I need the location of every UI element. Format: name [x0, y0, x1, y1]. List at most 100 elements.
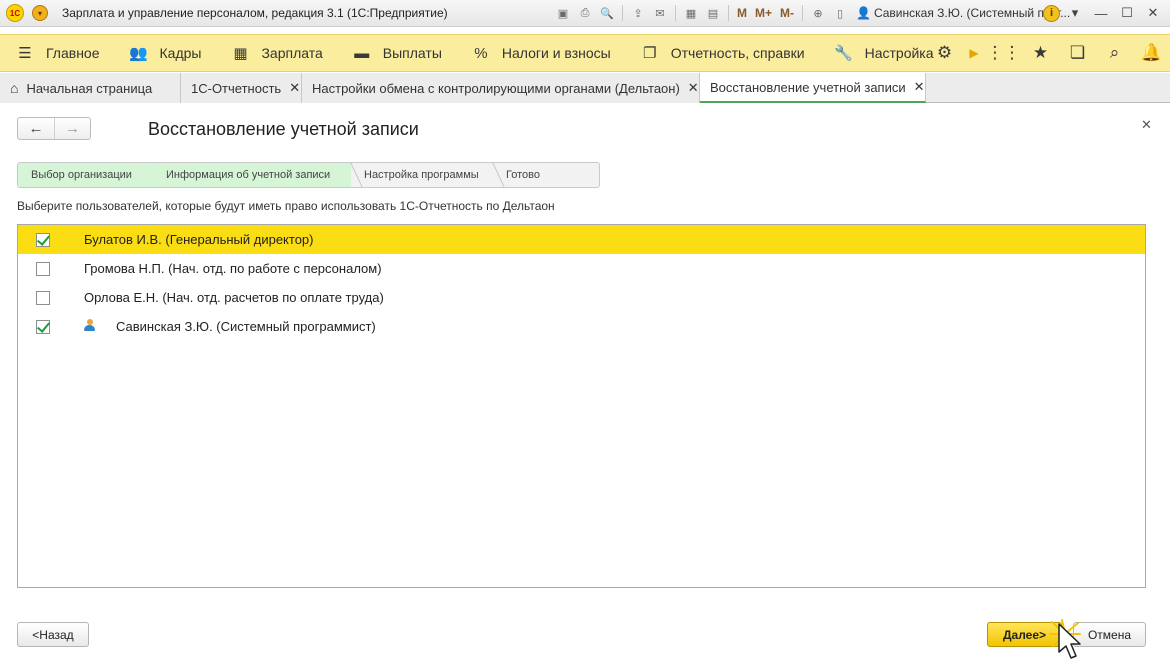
step-label: Настройка программы [364, 169, 479, 181]
tab-label: 1С-Отчетность [191, 80, 282, 96]
user-name: Булатов И.В. (Генеральный директор) [84, 232, 314, 247]
back-arrow-icon[interactable]: ← [18, 118, 54, 139]
list-item[interactable]: Савинская З.Ю. (Системный программист) [18, 312, 1145, 341]
search-icon[interactable]: ⌕ [1096, 35, 1133, 71]
user-checkbox[interactable] [36, 262, 50, 276]
calculator-icon: ▦ [233, 45, 248, 62]
gear-icon[interactable]: ⚙ [926, 35, 963, 71]
user-checkbox[interactable] [36, 291, 50, 305]
list-item[interactable]: Громова Н.П. (Нач. отд. по работе с перс… [18, 254, 1145, 283]
section-reports[interactable]: ❐ Отчетность, справки [625, 35, 819, 71]
bell-icon[interactable]: 🔔 [1133, 35, 1170, 71]
main-menu-button[interactable]: ▾ [32, 5, 48, 21]
open-tabs: ⌂ Начальная страница 1С-Отчетность ✕ Нас… [0, 73, 1170, 103]
calendar-icon[interactable]: ▤ [703, 4, 723, 22]
window-controls: i ▾ — ☐ ✕ [1043, 3, 1164, 23]
section-label: Зарплата [261, 45, 323, 61]
home-icon: ⌂ [10, 80, 19, 96]
user-icon: 👤 [856, 6, 871, 20]
list-item[interactable]: Булатов И.В. (Генеральный директор) [18, 225, 1145, 254]
minimize-button[interactable]: — [1090, 3, 1112, 23]
user-checkbox[interactable] [36, 320, 50, 334]
zoom-icon[interactable]: ⊕ [808, 4, 828, 22]
tab-label: Восстановление учетной записи [710, 79, 906, 95]
section-personnel[interactable]: 👥 Кадры [114, 35, 216, 71]
section-label: Кадры [159, 45, 202, 61]
section-taxes[interactable]: % Налоги и взносы [456, 35, 625, 71]
star-icon[interactable]: ★ [1022, 35, 1059, 71]
step-program-settings: Настройка программы [351, 163, 493, 187]
current-user-icon [84, 319, 95, 332]
step-account-info: Информация об учетной записи [153, 163, 351, 187]
sections-bar: ☰ Главное 👥 Кадры ▦ Зарплата ▬ Выплаты %… [0, 34, 1170, 72]
upload-icon[interactable]: ⇪ [628, 4, 648, 22]
grid-icon[interactable]: ⋮⋮ [985, 35, 1022, 71]
users-list: Булатов И.В. (Генеральный директор) Гром… [17, 224, 1146, 588]
step-choose-organization: Выбор организации [18, 163, 153, 187]
section-payments[interactable]: ▬ Выплаты [337, 35, 456, 71]
calculator-small-icon[interactable]: ▦ [681, 4, 701, 22]
page-title: Восстановление учетной записи [148, 119, 419, 139]
step-label: Готово [506, 169, 540, 181]
cancel-button[interactable]: Отмена [1073, 622, 1146, 647]
scroll-right-icon[interactable]: ▶ [963, 35, 985, 71]
current-user[interactable]: 👤 Савинская З.Ю. (Системный прог... [856, 6, 1070, 20]
close-icon[interactable]: ✕ [688, 80, 699, 96]
title-bar: 1С ▾ Зарплата и управление персоналом, р… [0, 0, 1170, 27]
section-label: Выплаты [382, 45, 442, 61]
back-button[interactable]: <Назад [17, 622, 89, 647]
wrench-icon: 🔧 [834, 45, 853, 62]
section-label: Настройка [864, 45, 934, 61]
preview-icon[interactable]: 🔍 [597, 4, 617, 22]
close-icon[interactable]: ✕ [914, 79, 925, 95]
user-checkbox[interactable] [36, 233, 50, 247]
sections-right-tools: ⚙ ▶ ⋮⋮ ★ ❏ ⌕ 🔔 [926, 35, 1170, 71]
save-icon[interactable]: ▣ [553, 4, 573, 22]
wallet-icon: ▬ [354, 44, 370, 62]
history-navigation: ← → [17, 117, 91, 140]
section-main[interactable]: ☰ Главное [0, 35, 114, 71]
people-icon: 👥 [129, 45, 148, 62]
documents-icon: ❐ [642, 45, 657, 62]
step-label: Выбор организации [31, 169, 132, 181]
section-salary[interactable]: ▦ Зарплата [215, 35, 336, 71]
mail-icon[interactable]: ✉ [650, 4, 670, 22]
close-window-button[interactable]: ✕ [1142, 3, 1164, 23]
current-user-label: Савинская З.Ю. (Системный прог... [873, 6, 1071, 20]
section-label: Отчетность, справки [670, 45, 805, 61]
mouse-pointer-icon [1058, 623, 1081, 659]
step-label: Информация об учетной записи [166, 169, 331, 181]
user-name: Савинская З.Ю. (Системный программист) [116, 319, 376, 334]
tab-exchange-settings[interactable]: Настройки обмена с контролирующими орган… [302, 73, 700, 103]
instruction-text: Выберите пользователей, которые будут им… [17, 199, 555, 213]
section-label: Налоги и взносы [501, 45, 611, 61]
step-done: Готово [493, 163, 599, 187]
tab-account-recovery[interactable]: Восстановление учетной записи ✕ [700, 73, 926, 103]
user-name: Громова Н.П. (Нач. отд. по работе с перс… [84, 261, 382, 276]
close-form-icon[interactable]: ✕ [1141, 117, 1152, 133]
toolbar-icons: ▣ ⎙ 🔍 ⇪ ✉ ▦ ▤ M M+ M- ⊕ ▯ [553, 4, 850, 22]
memory-minus-button[interactable]: M- [777, 6, 797, 20]
tab-reporting[interactable]: 1С-Отчетность ✕ [181, 73, 302, 103]
tab-label: Настройки обмена с контролирующими орган… [312, 80, 680, 96]
memory-button[interactable]: M [734, 6, 750, 20]
close-icon[interactable]: ✕ [289, 80, 300, 96]
info-icon[interactable]: i [1043, 4, 1060, 22]
print-icon[interactable]: ⎙ [575, 4, 595, 22]
memory-plus-button[interactable]: M+ [752, 6, 775, 20]
list-item[interactable]: Орлова Е.Н. (Нач. отд. расчетов по оплат… [18, 283, 1145, 312]
history-icon[interactable]: ❏ [1059, 35, 1096, 71]
app-logo-icon: 1С [6, 4, 24, 22]
tab-home[interactable]: ⌂ Начальная страница [0, 73, 181, 103]
panel-icon[interactable]: ▯ [830, 4, 850, 22]
percent-icon: % [474, 44, 488, 62]
wizard-steps: Выбор организации Информация об учетной … [17, 162, 600, 188]
hamburger-icon: ☰ [18, 45, 32, 62]
forward-arrow-icon[interactable]: → [54, 118, 90, 139]
window-title: Зарплата и управление персоналом, редакц… [62, 6, 448, 20]
tab-label: Начальная страница [26, 80, 153, 96]
user-name: Орлова Е.Н. (Нач. отд. расчетов по оплат… [84, 290, 384, 305]
section-label: Главное [46, 45, 100, 61]
chevron-down-icon[interactable]: ▾ [1064, 3, 1086, 23]
maximize-button[interactable]: ☐ [1116, 3, 1138, 23]
